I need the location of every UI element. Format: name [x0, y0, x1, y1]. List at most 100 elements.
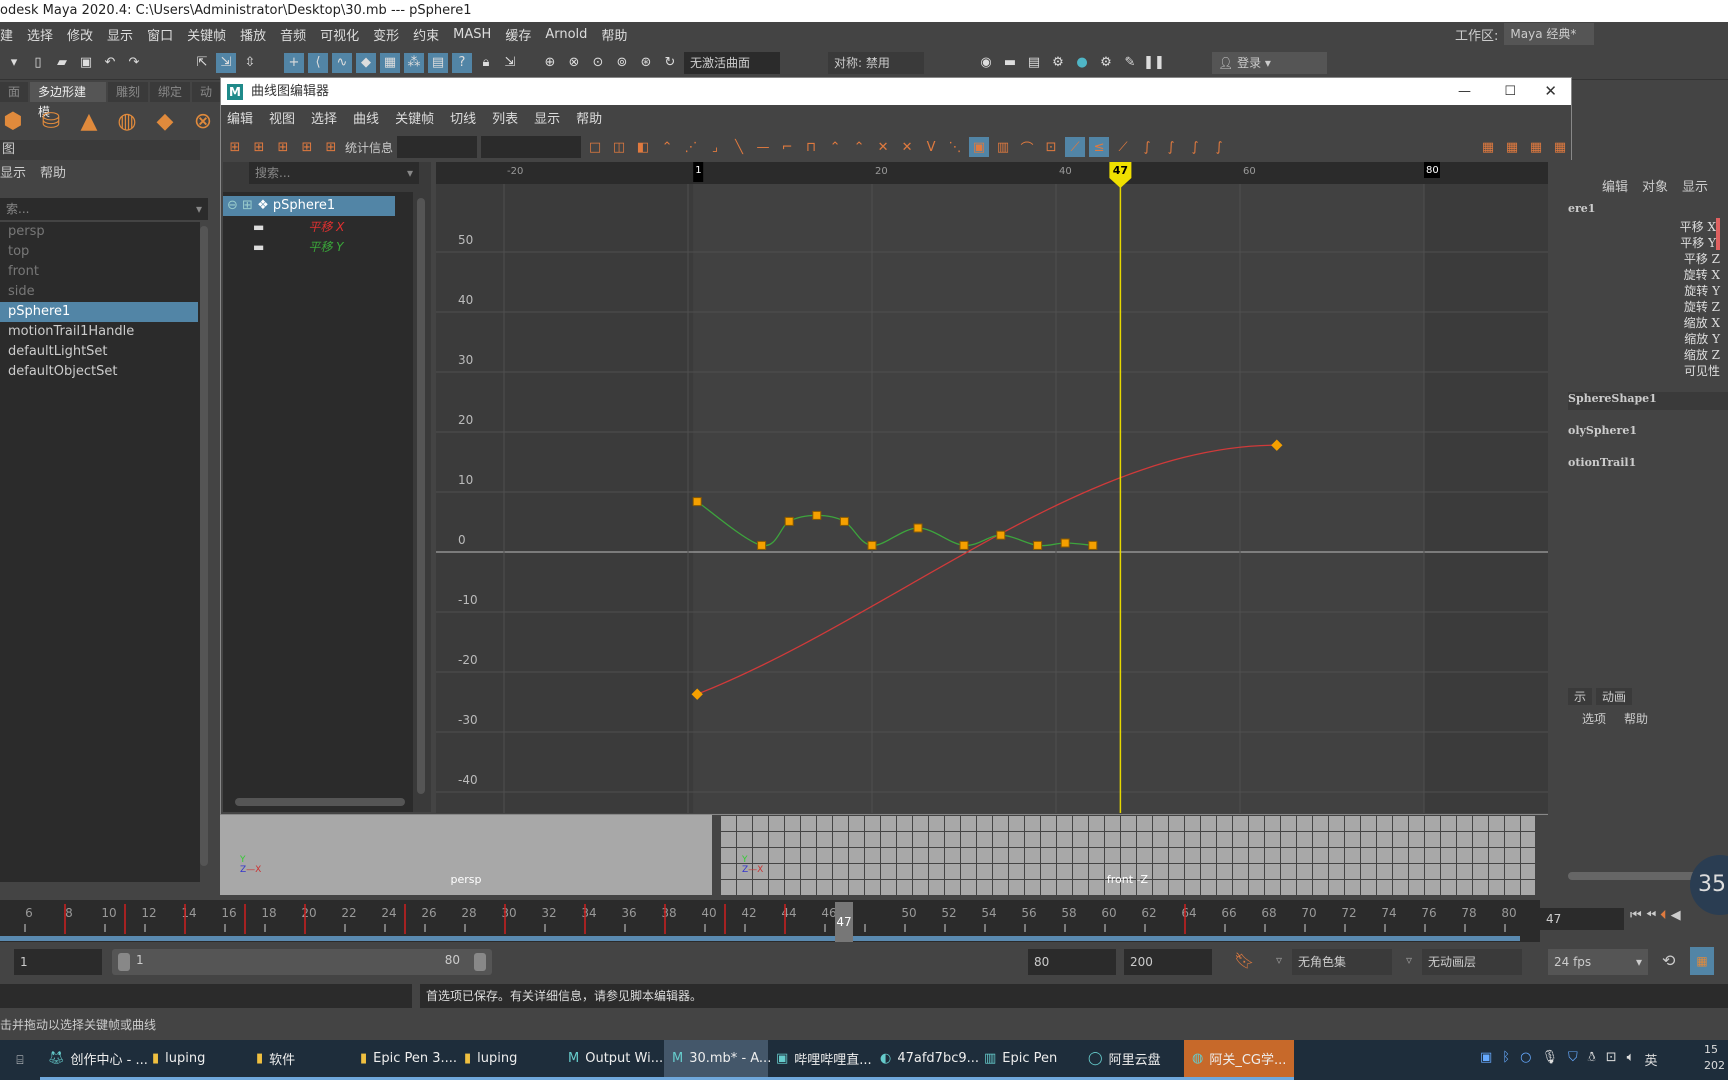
cycle-icon[interactable]: ∫ [1137, 137, 1157, 157]
move-key-icon[interactable]: ⊞ [225, 137, 245, 157]
menu-item[interactable]: MASH [453, 27, 491, 42]
swap-buffer-icon[interactable]: ▥ [993, 137, 1013, 157]
pre-infinity-icon[interactable]: ≤ [1089, 137, 1110, 157]
snap-point-icon[interactable]: ∿ [332, 52, 352, 73]
graph-menu-item[interactable]: 帮助 [576, 108, 602, 127]
tab-display[interactable]: 示 [1568, 688, 1593, 705]
stats-field-1[interactable] [397, 136, 478, 158]
menu-item[interactable]: 约束 [413, 25, 439, 44]
stats-field-2[interactable] [481, 136, 582, 158]
buffer-curve-icon[interactable]: ▣ [969, 137, 990, 157]
snap-curve-icon[interactable]: ⟨ [308, 52, 328, 73]
unify-tangent-icon[interactable]: ✕ [897, 137, 917, 157]
tray-volume-icon[interactable]: 🔈︎ [1627, 1050, 1635, 1069]
end-frame-field[interactable]: 80 [1028, 949, 1116, 975]
cb-channel[interactable]: 平移 Y [1680, 234, 1720, 250]
cb-channel[interactable]: 可见性 [1684, 362, 1720, 378]
snap-live-icon[interactable]: ⁂ [404, 52, 424, 73]
snap-grid-icon[interactable]: + [284, 52, 304, 73]
graph-menu-item[interactable]: 选择 [311, 108, 337, 127]
history-icon-3[interactable]: ⊙ [588, 53, 608, 73]
history-icon-2[interactable]: ⊗ [564, 53, 584, 73]
time-editor-icon[interactable]: ▦ [1502, 137, 1522, 157]
menu-item[interactable]: 关键帧 [187, 25, 226, 44]
poly-cylinder-icon[interactable]: ⛁ [38, 108, 64, 134]
history-icon-4[interactable]: ⊚ [612, 53, 632, 73]
tray-app-icon[interactable]: ▣ [1480, 1050, 1492, 1069]
cb-input-node[interactable]: olySphere1 [1568, 424, 1637, 437]
range-handle-start[interactable] [118, 953, 130, 971]
graph-menu-item[interactable]: 列表 [492, 108, 518, 127]
oscillate-icon[interactable]: ∫ [1185, 137, 1205, 157]
graph-menu-item[interactable]: 切线 [450, 108, 476, 127]
tray-qq-icon[interactable]: 🐧︎ [1588, 1050, 1596, 1069]
cb-channel[interactable]: 平移 Z [1684, 250, 1720, 266]
symmetry-dropdown[interactable]: 对称: 禁用 [828, 51, 924, 74]
taskbar-item[interactable]: M Output Wi... [560, 1040, 664, 1080]
cb-channel[interactable]: 缩放 X [1684, 314, 1720, 330]
menu-item[interactable]: 缓存 [505, 25, 531, 44]
poly-plane-icon[interactable]: ◆ [152, 108, 178, 134]
prev-key-icon[interactable]: ⏴ [1660, 908, 1667, 923]
menu-item[interactable]: 建 [0, 25, 13, 44]
clock[interactable]: 15 202 [1704, 1042, 1725, 1074]
linear-infinity-icon[interactable]: ∫ [1209, 137, 1229, 157]
menu-set-dropdown-icon[interactable]: ▾ [4, 53, 24, 73]
anim-layer-arrow-icon[interactable]: ▿ [1406, 953, 1412, 967]
flat-tangent-icon[interactable]: — [753, 137, 773, 157]
tray-shield-icon[interactable]: ⛉ [1568, 1050, 1578, 1069]
taskbar-item[interactable]: ◐ 47afd7bc9... [872, 1040, 979, 1080]
cb-shape-node[interactable]: SphereShape1 [1568, 392, 1728, 410]
save-scene-icon[interactable]: ▣ [76, 53, 96, 73]
cb-menu-item[interactable]: 对象 [1642, 176, 1668, 195]
task-view-icon[interactable]: ⌸ [0, 1053, 40, 1068]
anim-layer-dropdown[interactable]: 无动画层 [1422, 949, 1522, 975]
cycle-offset-icon[interactable]: ∫ [1161, 137, 1181, 157]
tree-hscrollbar[interactable] [235, 798, 405, 806]
login-dropdown[interactable]: 👤︎ 登录 ▾ [1212, 51, 1327, 74]
poly-cone-icon[interactable]: ▲ [76, 108, 102, 134]
open-scene-icon[interactable]: ▰ [52, 53, 72, 73]
cb-channel[interactable]: 旋转 Y [1684, 282, 1720, 298]
outliner-item[interactable]: front [0, 262, 198, 282]
select-hierarchy-icon[interactable]: ⇱ [192, 53, 212, 73]
out-tangent-icon[interactable]: ⌃ [849, 137, 869, 157]
ime-indicator[interactable]: 英 [1644, 1050, 1657, 1069]
go-to-start-icon[interactable]: ⏮ [1630, 908, 1642, 923]
move-view-icon[interactable]: ▦ [1478, 137, 1498, 157]
new-scene-icon[interactable]: ▯ [28, 53, 48, 73]
cb-menu-item[interactable]: 显示 [1682, 176, 1708, 195]
free-weight-icon[interactable]: V [921, 137, 941, 157]
break-tangent-icon[interactable]: ✕ [873, 137, 893, 157]
current-frame-field[interactable]: 47 [1540, 908, 1624, 930]
outliner-search[interactable]: 索... ▾ [0, 198, 208, 220]
taskbar-item[interactable]: ◍ 阿关_CG学... [1184, 1040, 1294, 1080]
menu-item[interactable]: Arnold [545, 27, 587, 42]
menu-item[interactable]: 选择 [27, 25, 53, 44]
workspace-dropdown[interactable]: Maya 经典* [1504, 23, 1595, 45]
light-editor-icon[interactable]: ✎ [1120, 53, 1140, 73]
shelf-tab[interactable]: 绑定 [150, 82, 190, 102]
cb-channel[interactable]: 旋转 Z [1684, 298, 1720, 314]
outliner-item[interactable]: defaultObjectSet [0, 362, 198, 382]
bookmark-icon[interactable]: 🔖︎ [1234, 951, 1254, 970]
menu-item[interactable]: 变形 [373, 25, 399, 44]
cb-menu-item[interactable]: 编辑 [1602, 176, 1628, 195]
pause-icon[interactable]: ❚❚ [1143, 53, 1165, 73]
char-set-arrow-icon[interactable]: ▿ [1276, 953, 1282, 967]
post-infinity-icon[interactable]: ⟋ [1113, 137, 1133, 157]
select-tool-icon[interactable]: ⇲ [500, 53, 520, 73]
keyframe-y[interactable] [996, 530, 1006, 540]
outliner-scrollbar[interactable] [200, 226, 208, 866]
insert-key-icon[interactable]: ⊞ [249, 137, 269, 157]
render-setup-icon[interactable]: ⚙ [1096, 53, 1116, 73]
lock-weight-icon[interactable]: ⋱ [945, 137, 965, 157]
outliner-item[interactable]: persp [0, 222, 198, 242]
minimize-button[interactable]: — [1458, 78, 1471, 105]
menu-item[interactable]: 窗口 [147, 25, 173, 44]
step-tangent-icon[interactable]: ⌐ [777, 137, 797, 157]
start-frame-field[interactable]: 1 [14, 949, 102, 975]
tray-network-icon[interactable]: ⊡ [1606, 1050, 1617, 1069]
live-surface-field[interactable]: 无激活曲面 [684, 51, 780, 74]
shelf-tab[interactable]: 面 [0, 82, 29, 102]
